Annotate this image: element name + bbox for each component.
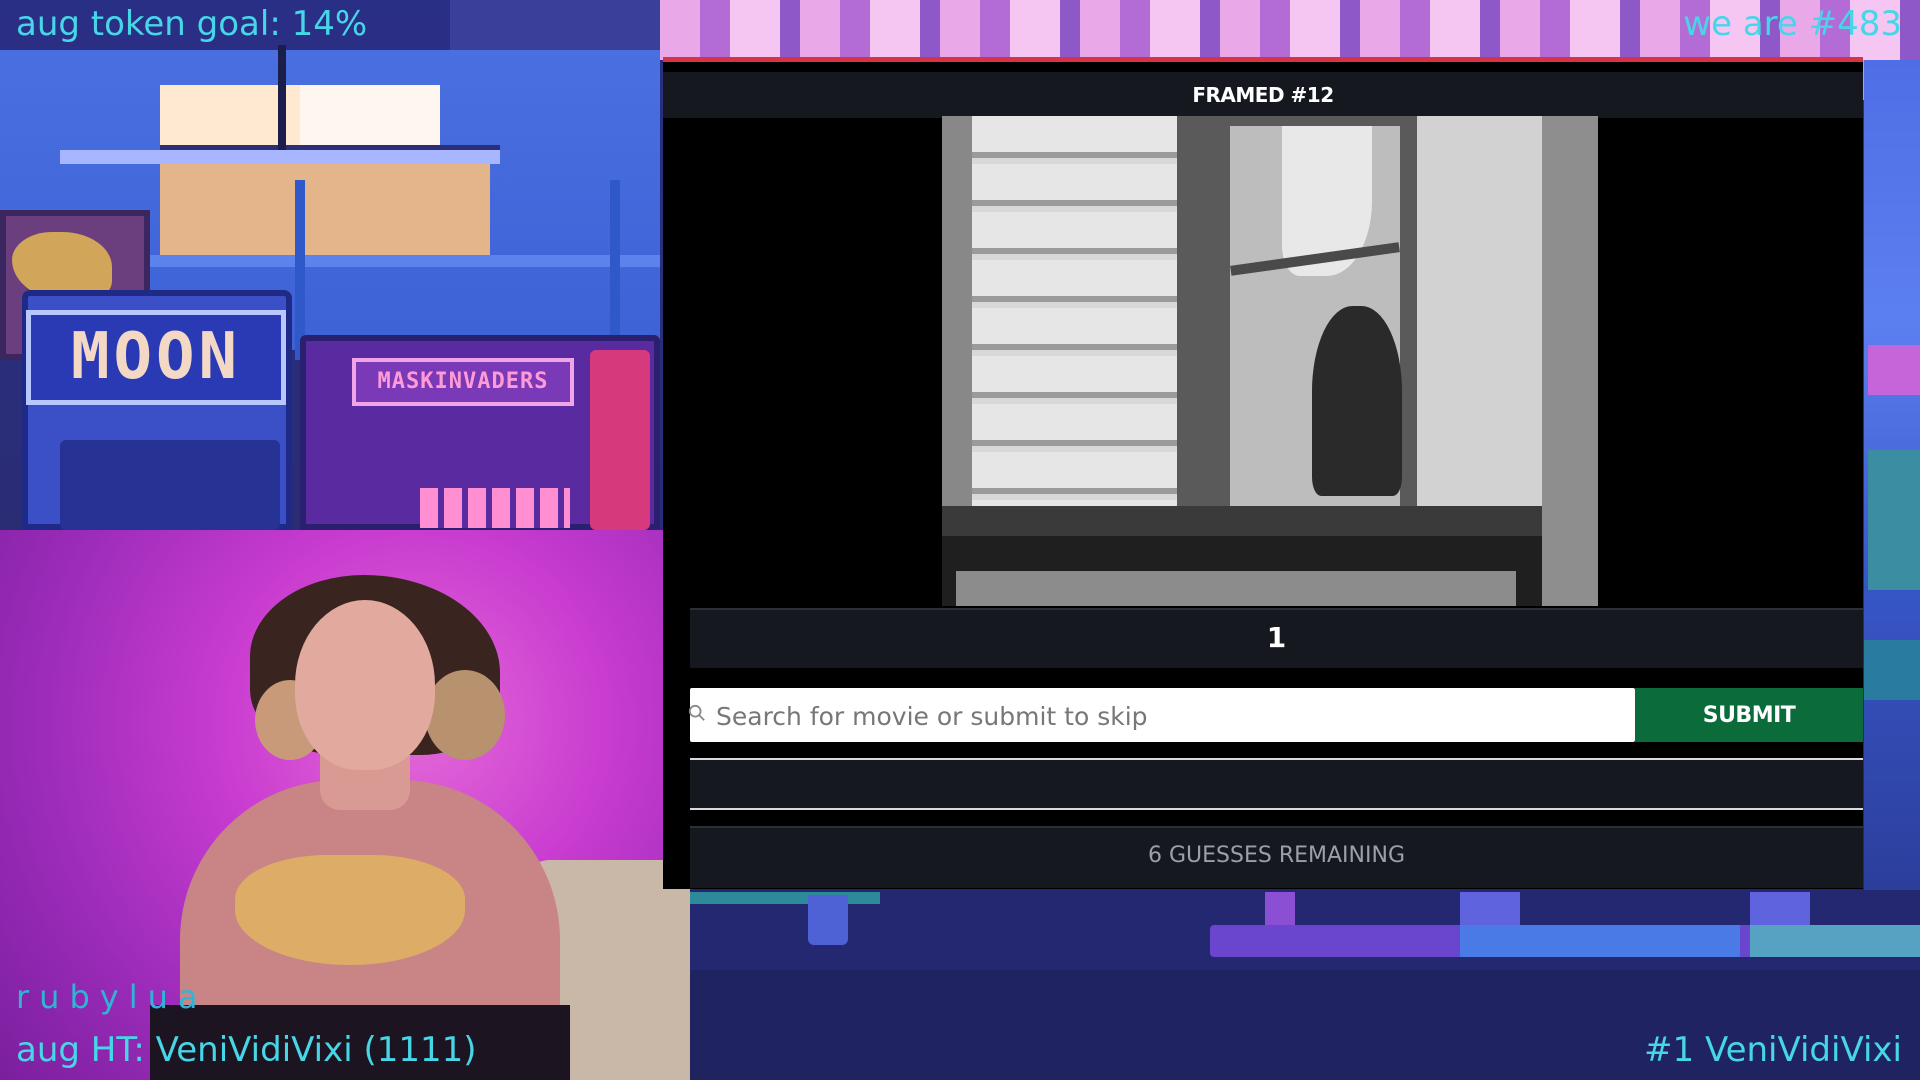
movie-search-input[interactable]	[714, 690, 1618, 742]
panel-accent-line	[663, 57, 1863, 62]
frame-post	[1542, 116, 1598, 606]
guess-history-row	[690, 758, 1863, 810]
high-tipper-text: aug HT: VeniVidiVixi (1111)	[16, 1030, 477, 1070]
frame-number-button[interactable]: 1	[690, 608, 1863, 668]
background-bench-leg	[1265, 892, 1295, 926]
frame-step	[956, 571, 1516, 606]
frame-wall-siding	[942, 116, 1187, 536]
frame-post	[942, 116, 972, 536]
arcade-sign-moon: MOON	[26, 310, 286, 405]
frame-sill	[942, 506, 1542, 536]
game-title: FRAMED #12	[1192, 83, 1334, 107]
streamer-name: rubylua	[16, 978, 208, 1016]
background-window-mullion	[610, 180, 620, 360]
background-floor-teal-trim	[690, 892, 880, 904]
frame-figure	[1312, 306, 1402, 496]
background-window-pane	[300, 85, 440, 145]
background-bench	[1750, 925, 1920, 957]
arcade-sign-mask-invaders: MASKINVADERS	[352, 358, 574, 406]
arcade-screen	[60, 440, 280, 530]
background-right-cyan-block	[1864, 640, 1920, 700]
frame-wall	[1417, 116, 1557, 536]
background-bench	[1460, 925, 1740, 957]
webcam-person-hair	[425, 670, 505, 760]
background-bench-leg	[1750, 892, 1810, 926]
webcam-person-top	[235, 855, 465, 965]
webcam-person-face	[295, 600, 435, 770]
stream-stage: MOON MASKINVADERS FRAMED #12 1 Search fo…	[0, 0, 1920, 1080]
movie-frame-image	[942, 116, 1598, 606]
background-right-pink-block	[1868, 345, 1920, 395]
guesses-remaining-text: 6 GUESSES REMAINING	[1148, 843, 1405, 868]
token-goal-text: aug token goal: 14%	[16, 4, 368, 44]
arcade-keys	[420, 488, 570, 528]
top-user-text: #1 VeniVidiVixi	[1644, 1030, 1902, 1070]
background-bench-leg	[1460, 892, 1520, 926]
background-arcade-side	[590, 350, 650, 530]
background-bench-leg	[808, 895, 848, 945]
submit-button[interactable]: SUBMIT	[1635, 688, 1863, 742]
background-window-bar	[60, 150, 500, 164]
search-icon	[688, 704, 705, 721]
rank-text: we are #483	[1683, 4, 1902, 44]
background-right-teal-block	[1868, 450, 1920, 590]
background-lamp-post	[278, 45, 286, 155]
background-window-mullion	[295, 180, 305, 360]
